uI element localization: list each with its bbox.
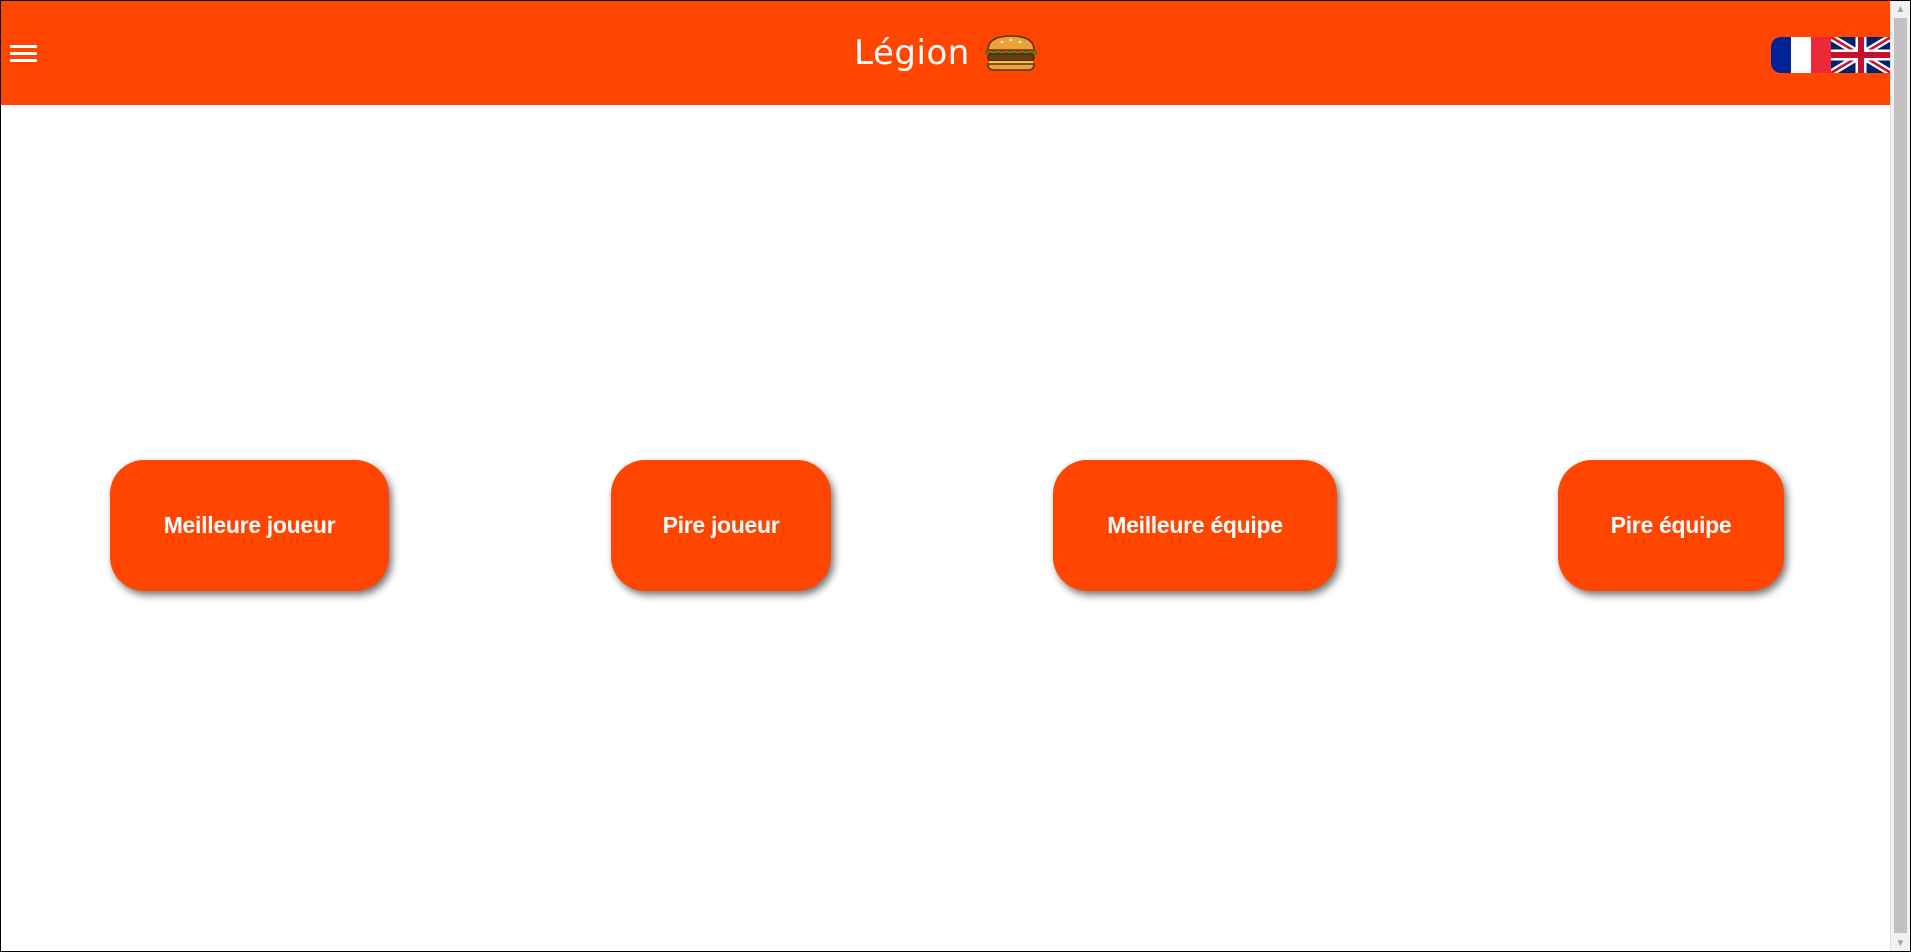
uk-flag-icon[interactable] bbox=[1831, 37, 1891, 73]
worst-player-button[interactable]: Pire joueur bbox=[611, 460, 831, 591]
scroll-down-arrow-icon[interactable]: ▼ bbox=[1891, 935, 1910, 951]
best-player-button[interactable]: Meilleure joueur bbox=[110, 460, 389, 591]
scroll-up-arrow-icon[interactable]: ▲ bbox=[1891, 1, 1910, 17]
language-switcher bbox=[1771, 37, 1891, 73]
page-title: Légion bbox=[854, 33, 970, 73]
best-team-button[interactable]: Meilleure équipe bbox=[1053, 460, 1337, 591]
title-area: Légion bbox=[1, 1, 1891, 105]
app-window: Légion Meilleure joueur Pire joueur Meil… bbox=[0, 0, 1911, 952]
french-flag-icon[interactable] bbox=[1771, 37, 1831, 73]
hamburger-menu-icon[interactable] bbox=[10, 45, 37, 62]
scrollbar-thumb[interactable] bbox=[1894, 18, 1907, 933]
burger-icon bbox=[985, 35, 1037, 71]
worst-team-button[interactable]: Pire équipe bbox=[1558, 460, 1784, 591]
top-header: Légion bbox=[1, 1, 1891, 105]
vertical-scrollbar[interactable]: ▲ ▼ bbox=[1890, 1, 1910, 951]
